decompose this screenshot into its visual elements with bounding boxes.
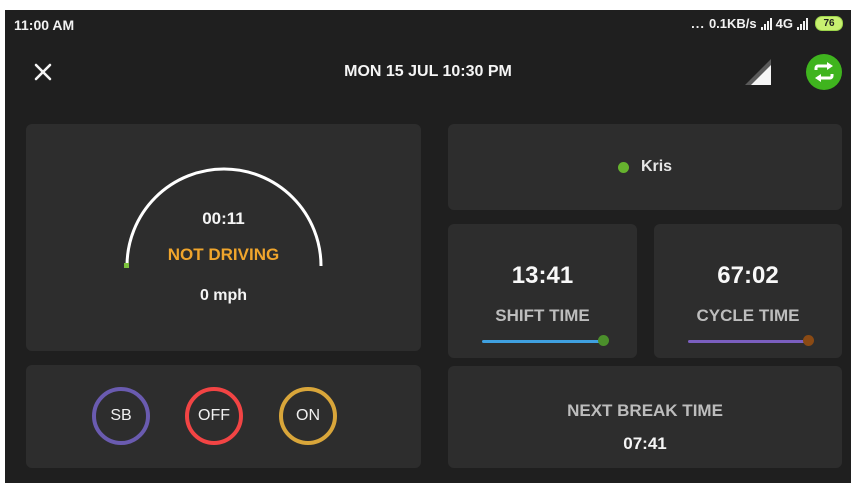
off-duty-button[interactable]: OFF <box>185 387 243 445</box>
cycle-time-card: 67:02 CYCLE TIME <box>654 224 842 358</box>
next-break-label: NEXT BREAK TIME <box>567 401 723 420</box>
battery-icon: 76 <box>815 16 843 31</box>
cycle-time-value: 67:02 <box>717 262 779 289</box>
driving-status-text: NOT DRIVING <box>167 245 280 264</box>
signal-strength-icon <box>760 17 772 30</box>
shift-time-value: 13:41 <box>511 262 574 289</box>
notification-dots: ... <box>691 16 705 31</box>
shift-time-card: 13:41 SHIFT TIME <box>448 224 637 358</box>
sync-button[interactable] <box>806 54 842 90</box>
driver-name: Kris <box>640 158 673 175</box>
on-duty-button[interactable]: ON <box>279 387 337 445</box>
next-break-value: 07:41 <box>623 434 667 453</box>
cellular-signal-icon <box>743 57 773 87</box>
driving-status-card: 00:11 NOT DRIVING 0 mph <box>26 124 421 351</box>
signal-strength-icon-2 <box>797 17 808 30</box>
status-time: 11:00 AM <box>14 17 75 33</box>
status-indicators: ... 0.1KB/s 4G 76 <box>691 16 843 31</box>
shift-time-label: SHIFT TIME <box>495 306 590 325</box>
cycle-time-label: CYCLE TIME <box>696 306 800 325</box>
sleeper-berth-button[interactable]: SB <box>92 387 150 445</box>
driver-card[interactable]: Kris <box>448 124 842 210</box>
network-speed: 0.1KB/s <box>708 16 757 31</box>
sync-icon <box>814 62 834 82</box>
driver-row: Kris <box>448 158 842 176</box>
duty-status-card: SB OFF ON <box>26 365 421 468</box>
shift-progress-knob <box>598 335 609 346</box>
driving-elapsed-time: 00:11 <box>202 209 245 228</box>
cycle-progress-bar <box>688 340 808 343</box>
current-speed: 0 mph <box>199 287 248 304</box>
cycle-progress-knob <box>803 335 814 346</box>
app-screen: 11:00 AM ... 0.1KB/s 4G 76 MON 15 JUL 10… <box>5 10 851 483</box>
status-bar: 11:00 AM ... 0.1KB/s 4G 76 <box>5 10 851 40</box>
network-type: 4G <box>775 16 793 31</box>
online-status-dot <box>617 161 629 173</box>
page-title: MON 15 JUL 10:30 PM <box>344 63 512 80</box>
speed-gauge <box>124 167 323 268</box>
shift-progress-bar <box>482 340 603 343</box>
next-break-card: NEXT BREAK TIME 07:41 <box>448 366 842 468</box>
